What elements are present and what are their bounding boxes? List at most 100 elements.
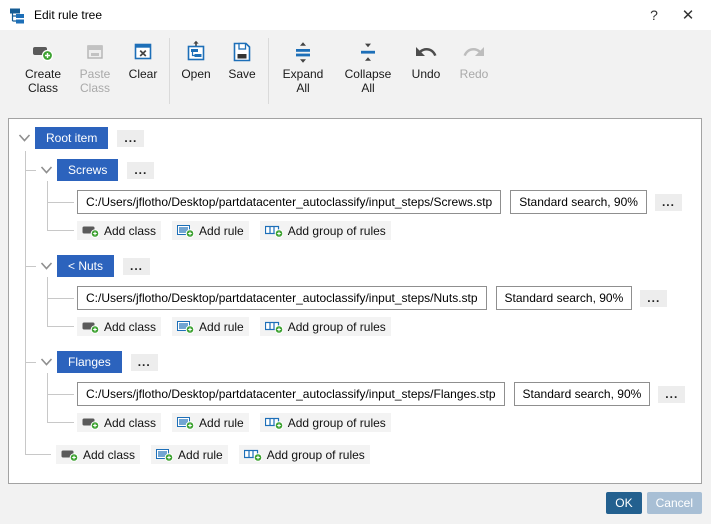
- add-actions-row-root: Add class Add rule Add group of rules: [56, 445, 370, 464]
- root-item-button[interactable]: Root item: [35, 127, 109, 149]
- rule-group-plus-icon: [264, 319, 284, 334]
- step-file-path-field[interactable]: C:/Users/jflotho/Desktop/partdatacenter_…: [77, 382, 505, 406]
- chevron-down-icon[interactable]: [40, 261, 53, 271]
- create-class-button[interactable]: Create Class: [19, 38, 67, 96]
- undo-button[interactable]: Undo: [405, 38, 447, 82]
- class-node-button[interactable]: Flanges: [57, 351, 122, 373]
- save-label: Save: [228, 67, 256, 81]
- cancel-button[interactable]: Cancel: [646, 492, 702, 514]
- class-node-button[interactable]: Screws: [57, 159, 119, 181]
- class-more-button[interactable]: ...: [127, 161, 155, 179]
- collapse-all-label: Collapse All: [344, 67, 392, 95]
- expand-all-button[interactable]: Expand All: [275, 38, 331, 96]
- add-rule-label: Add rule: [199, 319, 244, 334]
- undo-icon: [414, 40, 438, 64]
- class-plus-icon: [31, 40, 55, 64]
- toolbar: Create Class Paste Class Clear Open Save…: [0, 30, 711, 114]
- rule-row: C:/Users/jflotho/Desktop/partdatacenter_…: [77, 286, 668, 310]
- edit-rule-tree-dialog: Edit rule tree ? ✕ Create Class Paste Cl…: [0, 0, 711, 524]
- paste-class-icon: [83, 40, 107, 64]
- title-bar: Edit rule tree ? ✕: [0, 0, 711, 30]
- add-group-of-rules-button[interactable]: Add group of rules: [259, 317, 391, 336]
- tree-connector-line: [47, 422, 74, 423]
- collapse-all-button[interactable]: Collapse All: [337, 38, 399, 96]
- rule-group-plus-icon: [243, 447, 263, 462]
- expand-all-icon: [291, 40, 315, 64]
- rule-more-button[interactable]: ...: [658, 385, 686, 403]
- undo-label: Undo: [411, 67, 441, 81]
- clear-icon: [131, 40, 155, 64]
- chevron-down-icon[interactable]: [18, 133, 31, 143]
- tree-connector-line: [47, 373, 48, 423]
- add-class-button[interactable]: Add class: [56, 445, 141, 464]
- ok-button[interactable]: OK: [606, 492, 642, 514]
- tree-connector-line: [25, 151, 26, 454]
- class-plus-icon: [82, 415, 100, 430]
- class-plus-icon: [61, 447, 79, 462]
- add-rule-label: Add rule: [199, 223, 244, 238]
- tree-connector-line: [47, 326, 74, 327]
- class-more-button[interactable]: ...: [123, 257, 151, 275]
- clear-button[interactable]: Clear: [123, 38, 163, 82]
- rule-more-button[interactable]: ...: [654, 193, 682, 211]
- help-button[interactable]: ?: [637, 0, 671, 30]
- add-class-button[interactable]: Add class: [77, 413, 162, 432]
- step-file-path-field[interactable]: C:/Users/jflotho/Desktop/partdatacenter_…: [77, 190, 502, 214]
- add-class-label: Add class: [83, 447, 136, 462]
- rule-more-button[interactable]: ...: [640, 289, 668, 307]
- tree-connector-line: [47, 181, 48, 231]
- add-group-of-rules-button[interactable]: Add group of rules: [238, 445, 370, 464]
- add-class-button[interactable]: Add class: [77, 317, 162, 336]
- add-actions-row: Add class Add rule Add group of rules: [77, 317, 391, 336]
- add-rule-label: Add rule: [178, 447, 223, 462]
- tree-connector-line: [25, 170, 36, 171]
- add-group-of-rules-label: Add group of rules: [287, 319, 386, 334]
- chevron-down-icon[interactable]: [40, 165, 53, 175]
- tree-connector-line: [47, 277, 48, 327]
- add-group-of-rules-label: Add group of rules: [287, 223, 386, 238]
- save-button[interactable]: Save: [222, 38, 262, 82]
- chevron-down-icon[interactable]: [40, 357, 53, 367]
- add-group-of-rules-label: Add group of rules: [287, 415, 386, 430]
- save-icon: [230, 40, 254, 64]
- add-rule-button[interactable]: Add rule: [172, 221, 249, 240]
- close-button[interactable]: ✕: [671, 0, 705, 30]
- add-rule-label: Add rule: [199, 415, 244, 430]
- redo-icon: [462, 40, 486, 64]
- tree-connector-line: [25, 266, 36, 267]
- expand-all-label: Expand All: [282, 67, 324, 95]
- class-more-button[interactable]: ...: [130, 353, 158, 371]
- search-settings-field[interactable]: Standard search, 90%: [513, 382, 651, 406]
- add-rule-button[interactable]: Add rule: [172, 317, 249, 336]
- search-settings-field[interactable]: Standard search, 90%: [510, 190, 647, 214]
- add-class-label: Add class: [104, 319, 157, 334]
- rule-plus-icon: [177, 223, 195, 238]
- add-class-button[interactable]: Add class: [77, 221, 162, 240]
- add-group-of-rules-button[interactable]: Add group of rules: [259, 221, 391, 240]
- rule-group-plus-icon: [264, 415, 284, 430]
- tree-connector-line: [47, 298, 74, 299]
- toolbar-separator: [268, 38, 269, 104]
- rule-plus-icon: [177, 319, 195, 334]
- search-settings-field[interactable]: Standard search, 90%: [495, 286, 633, 310]
- root-more-button[interactable]: ...: [117, 129, 145, 147]
- add-actions-row: Add class Add rule Add group of rules: [77, 413, 391, 432]
- open-button[interactable]: Open: [176, 38, 216, 82]
- rule-tree-icon: [9, 7, 26, 24]
- tree-node-screws: Screws ...: [40, 159, 155, 181]
- tree-node-root: Root item ...: [18, 127, 145, 149]
- step-file-path-field[interactable]: C:/Users/jflotho/Desktop/partdatacenter_…: [77, 286, 487, 310]
- class-node-button[interactable]: < Nuts: [57, 255, 115, 277]
- add-group-of-rules-button[interactable]: Add group of rules: [259, 413, 391, 432]
- rule-row: C:/Users/jflotho/Desktop/partdatacenter_…: [77, 190, 682, 214]
- clear-label: Clear: [128, 67, 158, 81]
- add-group-of-rules-label: Add group of rules: [266, 447, 365, 462]
- rule-plus-icon: [177, 415, 195, 430]
- add-rule-button[interactable]: Add rule: [172, 413, 249, 432]
- tree-connector-line: [47, 394, 74, 395]
- paste-class-button: Paste Class: [73, 38, 117, 96]
- toolbar-separator: [169, 38, 170, 104]
- add-rule-button[interactable]: Add rule: [151, 445, 228, 464]
- tree-connector-line: [25, 454, 51, 455]
- tree-connector-line: [25, 362, 36, 363]
